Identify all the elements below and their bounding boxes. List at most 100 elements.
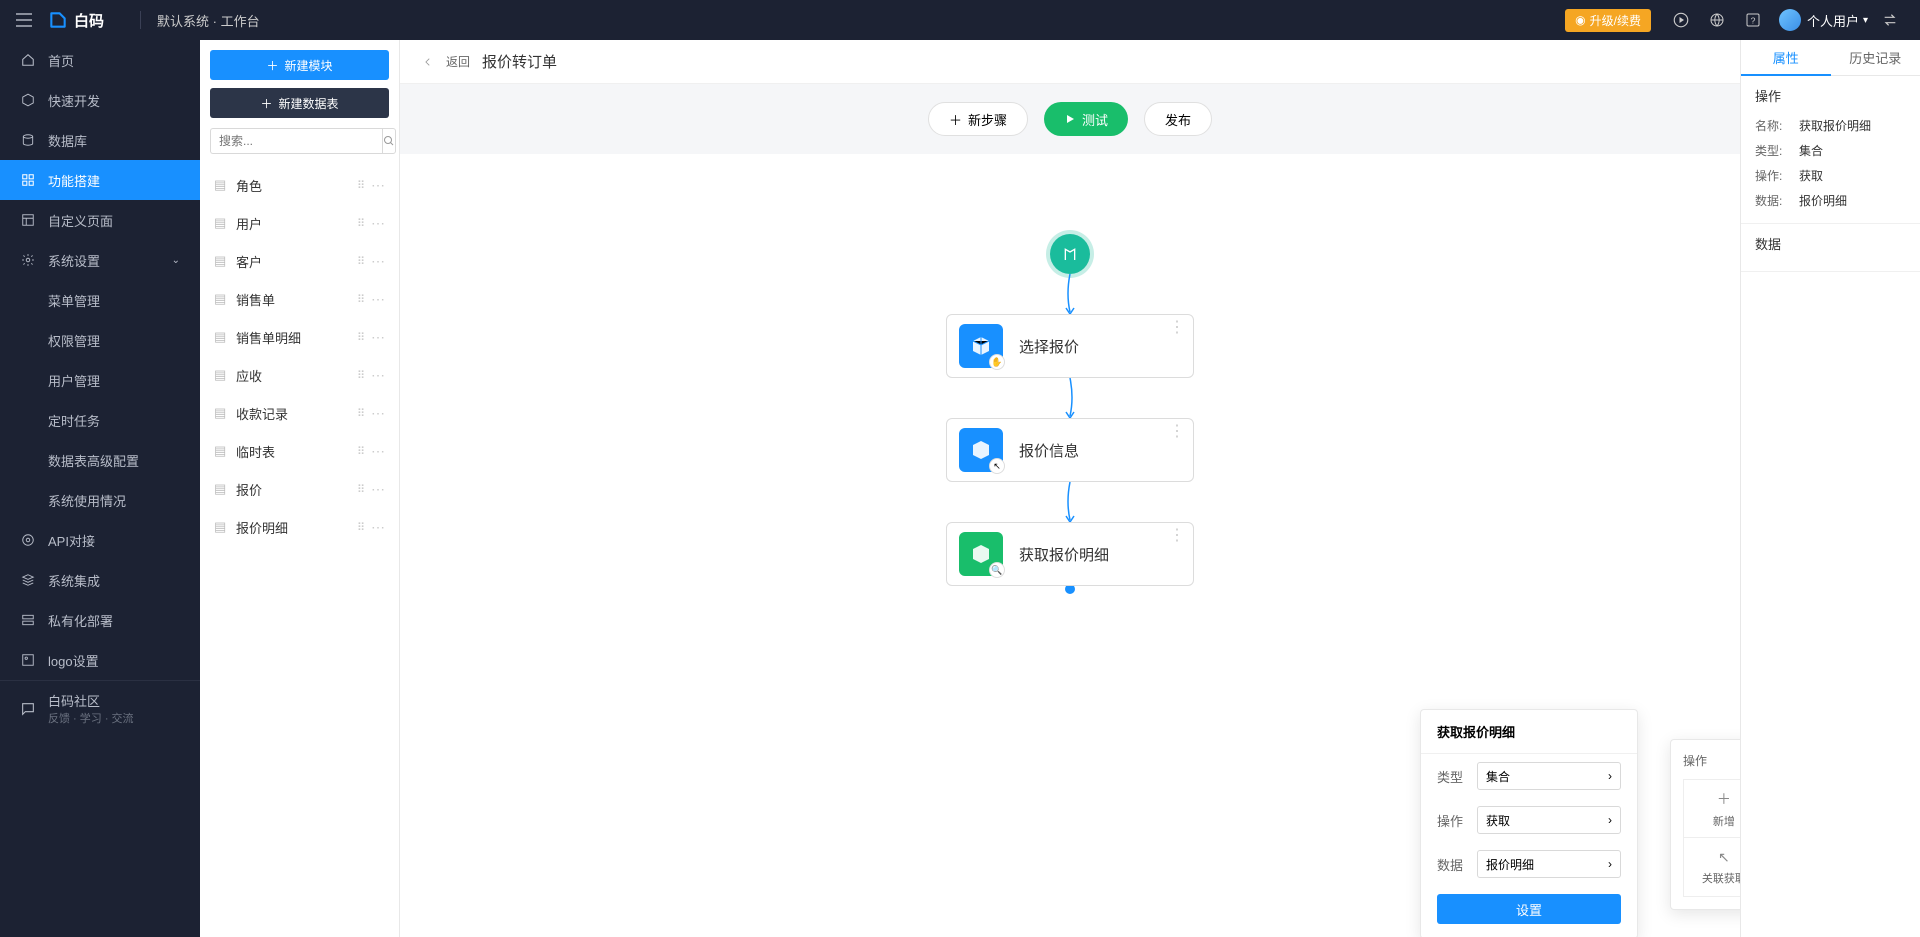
document-icon: ▤ <box>214 519 228 535</box>
more-icon[interactable]: ⋯ <box>371 443 385 460</box>
operation-关联获取[interactable]: ↖关联获取 <box>1684 838 1740 896</box>
new-table-button[interactable]: ＋ 新建数据表 <box>210 88 389 118</box>
sidebar-item-quickdev[interactable]: 快速开发 <box>0 80 200 120</box>
popup-title: 操作 <box>1683 752 1740 769</box>
api-icon <box>20 532 36 548</box>
drag-handle-icon[interactable]: ⠿ <box>357 445 365 458</box>
publish-button[interactable]: 发布 <box>1144 102 1212 136</box>
search-button[interactable] <box>382 128 396 154</box>
user-menu[interactable]: 个人用户 ▾ <box>1779 9 1868 31</box>
table-item[interactable]: ▤角色⠿⋯ <box>200 166 399 204</box>
drag-handle-icon[interactable]: ⠿ <box>357 521 365 534</box>
table-item[interactable]: ▤销售单明细⠿⋯ <box>200 318 399 356</box>
flow-node-quote-info[interactable]: ↖ 报价信息 ⋮ <box>946 418 1194 482</box>
sidebar-sub-user[interactable]: 用户管理 <box>0 360 200 400</box>
document-icon: ▤ <box>214 253 228 269</box>
document-icon: ▤ <box>214 367 228 383</box>
drag-handle-icon[interactable]: ⠿ <box>357 331 365 344</box>
sidebar-item-logo[interactable]: logo设置 <box>0 640 200 680</box>
more-icon[interactable]: ⋯ <box>371 367 385 384</box>
more-icon[interactable]: ⋯ <box>371 177 385 194</box>
flow-canvas[interactable]: ✋ 选择报价 ⋮ ↖ 报价信息 ⋮ 🔍 获取报 <box>400 154 1740 937</box>
sidebar-sub-advanced[interactable]: 数据表高级配置 <box>0 440 200 480</box>
more-icon[interactable]: ⋯ <box>371 481 385 498</box>
sidebar-item-api[interactable]: API对接 <box>0 520 200 560</box>
select-field[interactable]: 集合› <box>1477 762 1621 790</box>
prop-value: 获取报价明细 <box>1799 117 1871 134</box>
document-icon: ▤ <box>214 215 228 231</box>
table-item[interactable]: ▤收款记录⠿⋯ <box>200 394 399 432</box>
more-icon[interactable]: ⋮ <box>1169 531 1185 541</box>
tab-properties[interactable]: 属性 <box>1741 40 1831 76</box>
sidebar-item-integration[interactable]: 系统集成 <box>0 560 200 600</box>
drag-handle-icon[interactable]: ⠿ <box>357 255 365 268</box>
table-item[interactable]: ▤ 用户 ⠿ ⋯ <box>200 204 399 242</box>
community-link[interactable]: 白码社区反馈 · 学习 · 交流 <box>0 680 200 736</box>
sidebar-item-settings[interactable]: 系统设置⌄ <box>0 240 200 280</box>
more-icon[interactable]: ⋮ <box>1169 427 1185 437</box>
sidebar-sub-permission[interactable]: 权限管理 <box>0 320 200 360</box>
cube-icon <box>20 92 36 108</box>
table-item[interactable]: ▤ 应收 ⠿ ⋯ <box>200 356 399 394</box>
drag-handle-icon[interactable]: ⠿ <box>357 483 365 496</box>
select-field[interactable]: 报价明细› <box>1477 850 1621 878</box>
drag-handle-icon[interactable]: ⠿ <box>357 179 365 192</box>
sidebar-item-custompage[interactable]: 自定义页面 <box>0 200 200 240</box>
help-icon[interactable]: ? <box>1739 6 1767 34</box>
table-label: 应收 <box>236 366 262 385</box>
drag-handle-icon[interactable]: ⠿ <box>357 217 365 230</box>
tab-history[interactable]: 历史记录 <box>1831 40 1920 75</box>
settings-button[interactable]: 设置 <box>1437 894 1621 924</box>
start-node[interactable] <box>1050 234 1090 274</box>
more-icon[interactable]: ⋯ <box>371 519 385 536</box>
flow-node-select-quote[interactable]: ✋ 选择报价 ⋮ <box>946 314 1194 378</box>
select-field[interactable]: 获取› <box>1477 806 1621 834</box>
sidebar-item-database[interactable]: 数据库 <box>0 120 200 160</box>
flow-node-get-detail[interactable]: 🔍 获取报价明细 ⋮ <box>946 522 1194 586</box>
table-item[interactable]: ▤ 报价明细 ⠿ ⋯ <box>200 508 399 546</box>
more-icon[interactable]: ⋯ <box>371 253 385 270</box>
upgrade-button[interactable]: ◉升级/续费 <box>1565 9 1651 32</box>
table-item[interactable]: ▤临时表⠿⋯ <box>200 432 399 470</box>
sidebar-sub-cron[interactable]: 定时任务 <box>0 400 200 440</box>
globe-icon[interactable] <box>1703 6 1731 34</box>
sidebar-item-builder[interactable]: 功能搭建 <box>0 160 200 200</box>
sidebar-item-home[interactable]: 首页 <box>0 40 200 80</box>
new-step-button[interactable]: ＋ 新步骤 <box>928 102 1028 136</box>
more-icon[interactable]: ⋯ <box>371 329 385 346</box>
community-title: 白码社区 <box>48 691 134 710</box>
swap-icon[interactable] <box>1876 6 1904 34</box>
test-button[interactable]: 测试 <box>1044 102 1128 136</box>
breadcrumb[interactable]: 默认系统 · 工作台 <box>157 11 260 30</box>
more-icon[interactable]: ⋮ <box>1169 323 1185 333</box>
play-icon[interactable] <box>1667 6 1695 34</box>
table-label: 用户 <box>236 214 262 233</box>
sidebar-item-label: API对接 <box>48 531 95 550</box>
new-module-button[interactable]: ＋ 新建模块 <box>210 50 389 80</box>
table-item[interactable]: ▤销售单⠿⋯ <box>200 280 399 318</box>
back-button[interactable] <box>416 50 440 74</box>
table-label: 报价明细 <box>236 518 288 537</box>
table-item[interactable]: ▤报价⠿⋯ <box>200 470 399 508</box>
arrow-icon: ↖ <box>989 458 1005 474</box>
more-icon[interactable]: ⋯ <box>371 291 385 308</box>
drag-handle-icon[interactable]: ⠿ <box>357 293 365 306</box>
table-item[interactable]: ▤客户⠿⋯ <box>200 242 399 280</box>
more-icon[interactable]: ⋯ <box>371 215 385 232</box>
sidebar-sub-usage[interactable]: 系统使用情况 <box>0 480 200 520</box>
sidebar-item-label: 功能搭建 <box>48 171 100 190</box>
sidebar-sub-menu[interactable]: 菜单管理 <box>0 280 200 320</box>
chevron-right-icon: › <box>1608 813 1612 827</box>
operation-新增[interactable]: ＋新增 <box>1684 780 1740 838</box>
search-input[interactable] <box>210 128 382 154</box>
menu-toggle-icon[interactable] <box>12 8 36 32</box>
back-text[interactable]: 返回 <box>446 53 470 70</box>
more-icon[interactable]: ⋯ <box>371 405 385 422</box>
operation-picker-popup: 操作 ＋新增🔍获取☝选择↖关联获取⬇导入✕删除 <box>1670 739 1740 910</box>
node-label: 报价信息 <box>1019 440 1079 461</box>
drag-handle-icon[interactable]: ⠿ <box>357 407 365 420</box>
op-icon: ＋ <box>1717 789 1731 809</box>
sidebar-item-private[interactable]: 私有化部署 <box>0 600 200 640</box>
drag-handle-icon[interactable]: ⠿ <box>357 369 365 382</box>
logo[interactable]: 白码 <box>48 10 104 31</box>
